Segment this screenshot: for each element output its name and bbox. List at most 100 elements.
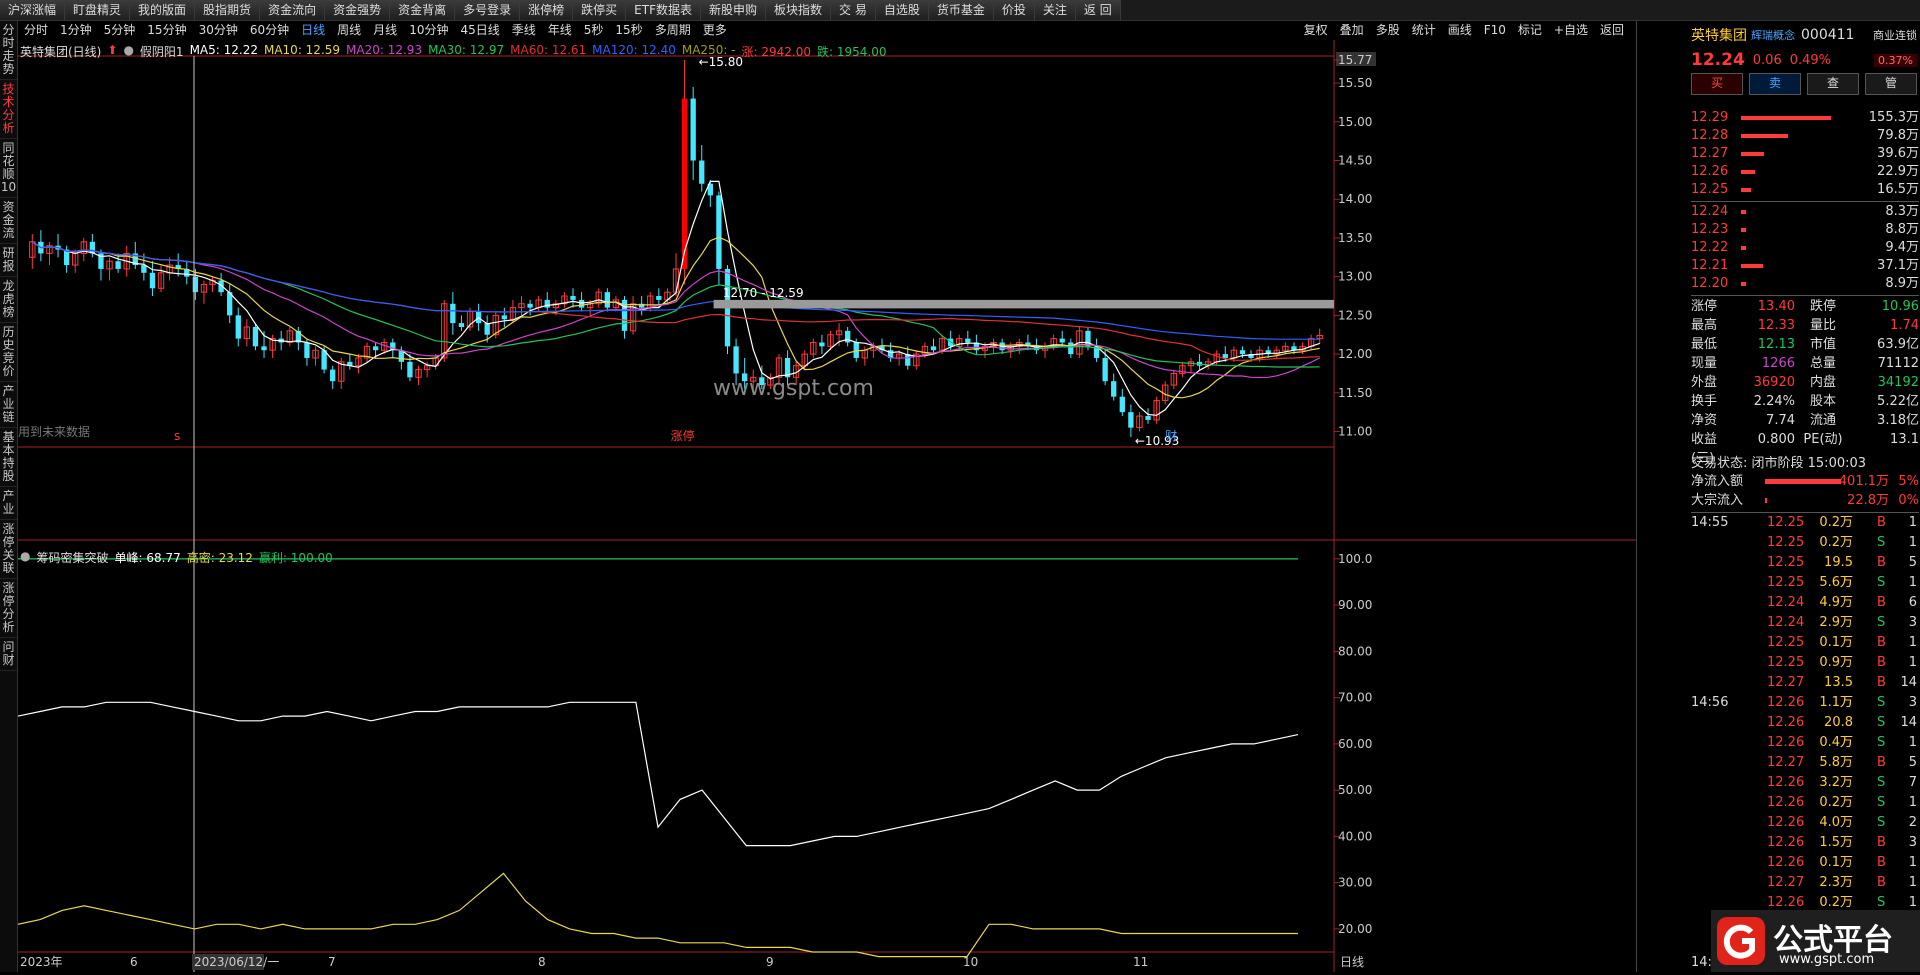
topbar-item[interactable]: 资金强势 xyxy=(325,0,391,20)
indicator-axis-label: 20.00 xyxy=(1338,922,1372,936)
topbar-item[interactable]: 沪深涨幅 xyxy=(0,0,66,20)
candle-body-down xyxy=(304,342,310,358)
chart-tool-button[interactable]: 标记 xyxy=(1512,21,1548,40)
topbar-item[interactable]: 资金流向 xyxy=(260,0,326,20)
manage-button[interactable]: 管 xyxy=(1865,73,1917,95)
period-tab[interactable]: 1分钟 xyxy=(54,21,98,40)
orderbook-row[interactable]: 12.26 22.9万 xyxy=(1691,163,1919,181)
topbar-item[interactable]: 跌停买 xyxy=(573,0,627,20)
orderbook-row[interactable]: 12.20 8.9万 xyxy=(1691,275,1919,293)
leftnav-item[interactable]: 产业 xyxy=(0,487,17,520)
leftnav-item[interactable]: 资金流 xyxy=(0,198,17,244)
candle-body-down xyxy=(115,261,121,269)
stat-label: 量比 xyxy=(1809,318,1836,333)
chart-tool-button[interactable]: 多股 xyxy=(1370,21,1406,40)
orderbook-row[interactable]: 12.23 8.8万 xyxy=(1691,221,1919,239)
stat-label: 最低 xyxy=(1691,337,1718,352)
chart-tool-button[interactable]: 画线 xyxy=(1442,21,1478,40)
x-axis-label: 10 xyxy=(963,955,978,969)
kline-chart[interactable]: 15.77 15.50 15.00 14.50 14.00 13.50 13.00 12.50… xyxy=(18,40,1636,972)
x-axis-label: 9 xyxy=(766,955,774,969)
topbar-item[interactable]: 多号登录 xyxy=(455,0,521,20)
industry-tag[interactable]: 商业连锁 xyxy=(1873,27,1917,43)
leftnav-item[interactable]: 研报 xyxy=(0,244,17,277)
indicator2-name[interactable]: 筹码密集突破 xyxy=(36,549,108,566)
concept-badge[interactable]: 辉瑞概念 xyxy=(1751,27,1795,43)
leftnav-item[interactable]: 技术分析 xyxy=(0,80,17,139)
period-tab[interactable]: 5分钟 xyxy=(98,21,142,40)
topbar-item[interactable]: 资金背离 xyxy=(390,0,456,20)
candle-body-down xyxy=(1145,416,1151,420)
candle-body-down xyxy=(1239,350,1246,355)
tick-side: S xyxy=(1877,735,1886,750)
tick-volume: 0.9万 xyxy=(1819,655,1853,670)
topbar-item[interactable]: 涨停榜 xyxy=(520,0,574,20)
period-tab[interactable]: 多周期 xyxy=(649,21,697,40)
topbar-item[interactable]: 股指期货 xyxy=(195,0,261,20)
topbar-item[interactable]: ETF数据表 xyxy=(626,0,701,20)
chart-tool-button[interactable]: 返回 xyxy=(1594,21,1630,40)
chart-tool-button[interactable]: 统计 xyxy=(1406,21,1442,40)
leftnav-item[interactable]: 历史竞价 xyxy=(0,323,17,382)
period-tab[interactable]: 月线 xyxy=(367,21,403,40)
query-button[interactable]: 查 xyxy=(1807,73,1859,95)
leftnav-item[interactable]: 产业链 xyxy=(0,382,17,428)
topbar-item[interactable]: 价投 xyxy=(993,0,1035,20)
candle-body-down xyxy=(89,241,96,254)
leftnav-item[interactable]: 问财 xyxy=(0,638,17,671)
orderbook-row[interactable]: 12.25 16.5万 xyxy=(1691,181,1919,199)
leftnav-item[interactable]: 涨停分析 xyxy=(0,579,17,638)
period-tab[interactable]: 年线 xyxy=(542,21,578,40)
stat-value: 1266 xyxy=(1761,356,1795,371)
orderbook-row[interactable]: 12.28 79.8万 xyxy=(1691,127,1919,145)
tick-count: 14 xyxy=(1900,715,1917,730)
sell-button[interactable]: 卖 xyxy=(1749,73,1801,95)
tick-count: 1 xyxy=(1908,875,1917,890)
orderbook-row[interactable]: 12.22 9.4万 xyxy=(1691,239,1919,257)
topbar-item[interactable]: 自选股 xyxy=(875,0,929,20)
period-tab[interactable]: 周线 xyxy=(331,21,367,40)
indicator-axis-label: 80.00 xyxy=(1338,644,1372,658)
leftnav-item[interactable]: 分时走势 xyxy=(0,21,17,80)
topbar-item[interactable]: 返 回 xyxy=(1075,0,1121,20)
period-tab[interactable]: 更多 xyxy=(697,21,733,40)
chart-tool-button[interactable]: F10 xyxy=(1478,21,1512,40)
period-tab[interactable]: 60分钟 xyxy=(244,21,295,40)
leftnav-item[interactable]: 涨停关联 xyxy=(0,520,17,579)
period-tab[interactable]: 季线 xyxy=(506,21,542,40)
gray-zone-band xyxy=(713,299,1334,309)
topbar-item[interactable]: 我的版面 xyxy=(130,0,196,20)
period-tab[interactable]: 5秒 xyxy=(578,21,610,40)
chart-tool-button[interactable]: 复权 xyxy=(1298,21,1334,40)
orderbook-row[interactable]: 12.29 155.3万 xyxy=(1691,109,1919,127)
up-arrow-icon[interactable]: ⬆ xyxy=(107,43,117,59)
topbar-item[interactable]: 新股申购 xyxy=(700,0,766,20)
orderbook-row[interactable]: 12.21 37.1万 xyxy=(1691,257,1919,275)
quote-panel: 英特集团 辉瑞概念 000411 商业连锁 12.24 0.06 0.49% 0… xyxy=(1636,21,1920,972)
period-tab[interactable]: 10分钟 xyxy=(403,21,454,40)
period-tab[interactable]: 日线 xyxy=(295,21,331,40)
indicator-dot-icon[interactable]: ● xyxy=(20,549,30,566)
topbar-item[interactable]: 盯盘精灵 xyxy=(65,0,131,20)
leftnav-item[interactable]: 基本持股 xyxy=(0,428,17,487)
period-tab[interactable]: 15分钟 xyxy=(141,21,192,40)
chart-tool-button[interactable]: 叠加 xyxy=(1334,21,1370,40)
topbar-item[interactable]: 货币基金 xyxy=(928,0,994,20)
orderbook-row[interactable]: 12.27 39.6万 xyxy=(1691,145,1919,163)
period-tab[interactable]: 15秒 xyxy=(609,21,648,40)
period-tab[interactable]: 30分钟 xyxy=(193,21,244,40)
period-tab[interactable]: 45日线 xyxy=(454,21,505,40)
settings-dot-icon[interactable]: ● xyxy=(123,43,133,59)
period-tab[interactable]: 分时 xyxy=(18,21,54,40)
chart-tool-button[interactable]: +自选 xyxy=(1548,21,1594,40)
leftnav-item[interactable]: 同花顺10 xyxy=(0,139,17,198)
price-change: 0.06 xyxy=(1752,52,1782,68)
topbar-item[interactable]: 交 易 xyxy=(831,0,876,20)
tick-list[interactable]: 14:55 12.25 0.2万 B 1 12.25 0.2万 S 1 12.25 19.5万 B 5 1… xyxy=(1637,513,1919,973)
candle-body-down xyxy=(372,346,379,351)
topbar-item[interactable]: 关注 xyxy=(1034,0,1076,20)
orderbook-row[interactable]: 12.24 8.3万 xyxy=(1691,203,1919,221)
buy-button[interactable]: 买 xyxy=(1691,73,1743,95)
topbar-item[interactable]: 板块指数 xyxy=(766,0,832,20)
leftnav-item[interactable]: 龙虎榜 xyxy=(0,277,17,323)
